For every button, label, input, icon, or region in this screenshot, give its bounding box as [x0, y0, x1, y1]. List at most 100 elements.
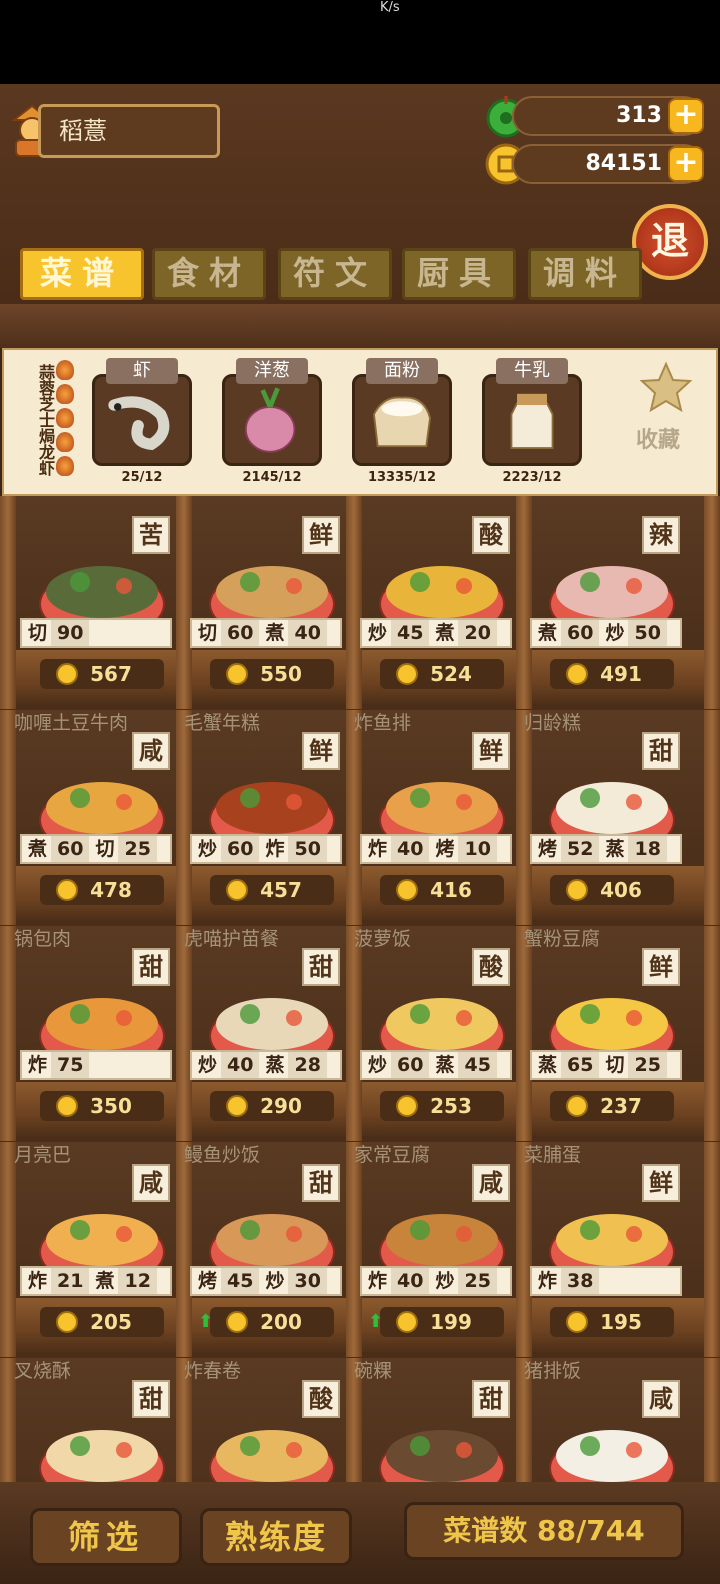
skill-value: 90: [51, 620, 90, 646]
skill-value: 30: [288, 1268, 327, 1294]
filter-button[interactable]: 筛选: [30, 1508, 182, 1566]
skill-requirements: 烤 45 炒 30: [190, 1266, 342, 1296]
skill-name: 炸: [368, 838, 388, 860]
ingredient-box: [482, 374, 582, 466]
skill-name: 蒸: [435, 1054, 455, 1076]
skill-requirements: 炒 60 蒸 45: [360, 1050, 512, 1080]
coin-icon: [56, 663, 78, 685]
price-tag: 406: [550, 875, 674, 905]
recipe-grid: 苦切 90 567 鲜切 60 煮 40 550 酸炒 45 煮 20 524 辣煮 60 炒 50 491 咖喱土…: [0, 496, 720, 1482]
recipe-card[interactable]: 猪排饭咸: [522, 1358, 690, 1482]
recipe-card[interactable]: 炸鱼排鲜炸 40 烤 10 416: [352, 710, 520, 925]
skill-value: 12: [118, 1268, 157, 1294]
skill-name: 炸: [28, 1054, 48, 1076]
recipe-card[interactable]: 虎喵护苗餐甜炒 40 蒸 28 290: [182, 926, 350, 1141]
skill-value: 40: [288, 620, 327, 646]
price-value: 478: [90, 878, 132, 902]
price-tag: 491: [550, 659, 674, 689]
skill-value: 75: [51, 1052, 90, 1078]
recipe-name: 虎喵护苗餐: [184, 928, 280, 950]
tab-seasonings[interactable]: 调料: [528, 248, 642, 300]
proficiency-button[interactable]: 熟练度: [200, 1508, 352, 1566]
network-speed: K/s: [380, 0, 400, 15]
skill-value: 52: [561, 836, 600, 862]
recipe-card[interactable]: 菜脯蛋鲜炸 38 195: [522, 1142, 690, 1357]
flame-icon: [56, 432, 74, 452]
recipe-card[interactable]: 叉烧酥甜: [12, 1358, 180, 1482]
recipe-name: 咖喱土豆牛肉: [14, 712, 129, 734]
ingredient-slot[interactable]: 洋葱 2145/12: [222, 356, 322, 486]
skill-name: 炸: [538, 1270, 558, 1292]
recipe-name: 炸鱼排: [354, 712, 412, 734]
skill-value: 60: [51, 836, 90, 862]
shelf-post: [704, 1142, 720, 1357]
recipe-card[interactable]: 鲜切 60 煮 40 550: [182, 496, 350, 709]
ingredient-slot[interactable]: 虾 25/12: [92, 356, 192, 486]
skill-requirements: 炸 40 炒 25: [360, 1266, 512, 1296]
skill-requirements: 炸 38: [530, 1266, 682, 1296]
recipe-card[interactable]: 月亮巴咸炸 21 煮 12 205: [12, 1142, 180, 1357]
skill-name: 煮: [28, 838, 48, 860]
recipe-name: 锅包肉: [14, 928, 72, 950]
recipe-card[interactable]: 酸炒 45 煮 20 524: [352, 496, 520, 709]
recipe-card[interactable]: 家常豆腐咸炸 40 炒 25 ⬆ 199: [352, 1142, 520, 1357]
recipe-card[interactable]: 毛蟹年糕鲜炒 60 炸 50 457: [182, 710, 350, 925]
recipe-card[interactable]: 辣煮 60 炒 50 491: [522, 496, 690, 709]
ingredient-slot[interactable]: 牛乳 2223/12: [482, 356, 582, 486]
skill-value: 45: [458, 1052, 497, 1078]
taste-badge: 酸: [472, 948, 510, 986]
skill-requirements: 炸 75: [20, 1050, 172, 1080]
price-tag: 205: [40, 1307, 164, 1337]
ingredient-name: 洋葱: [236, 358, 308, 384]
recipe-card[interactable]: 归龄糕甜烤 52 蒸 18 406: [522, 710, 690, 925]
recipe-card[interactable]: 咖喱土豆牛肉咸煮 60 切 25 478: [12, 710, 180, 925]
skill-name: 炒: [435, 1270, 455, 1292]
player-name[interactable]: 稻薏: [38, 104, 220, 158]
tab-ingredients[interactable]: 食材: [152, 248, 266, 300]
taste-badge: 咸: [472, 1164, 510, 1202]
recipe-card[interactable]: 锅包肉甜炸 75 350: [12, 926, 180, 1141]
coin-icon: [226, 1095, 248, 1117]
price-value: 199: [430, 1310, 472, 1334]
coin-icon: [396, 1095, 418, 1117]
price-tag: 457: [210, 875, 334, 905]
skill-name: 炒: [368, 1054, 388, 1076]
shrimp-icon: [108, 396, 170, 451]
shelf-post: [704, 926, 720, 1141]
recipe-card[interactable]: 碗粿甜: [352, 1358, 520, 1482]
recipe-card[interactable]: 菠萝饭酸炒 60 蒸 45 253: [352, 926, 520, 1141]
tab-recipes[interactable]: 菜谱: [20, 248, 144, 300]
ingredient-slot[interactable]: 面粉 13335/12: [352, 356, 452, 486]
price-tag: 550: [210, 659, 334, 689]
recipe-card[interactable]: 苦切 90 567: [12, 496, 180, 709]
taste-badge: 酸: [302, 1380, 340, 1418]
recipe-name: 家常豆腐: [354, 1144, 431, 1166]
recipe-card[interactable]: 蟹粉豆腐鲜蒸 65 切 25 237: [522, 926, 690, 1141]
skill-name: 炸: [368, 1270, 388, 1292]
coin-icon: [56, 879, 78, 901]
collect-button[interactable]: 收藏: [636, 422, 680, 454]
star-icon[interactable]: [638, 360, 694, 416]
tab-cookware[interactable]: 厨具: [402, 248, 516, 300]
recipe-name: 毛蟹年糕: [184, 712, 261, 734]
taste-badge: 咸: [132, 1164, 170, 1202]
skill-value: 60: [561, 620, 600, 646]
recipe-card[interactable]: 炸春卷酸: [182, 1358, 350, 1482]
ingredient-name: 牛乳: [496, 358, 568, 384]
coin-icon: [566, 1095, 588, 1117]
taste-badge: 甜: [302, 1164, 340, 1202]
skill-requirements: 蒸 65 切 25: [530, 1050, 682, 1080]
recipe-card[interactable]: 鳗鱼炒饭甜烤 45 炒 30 ⬆ 200: [182, 1142, 350, 1357]
coin-icon: [396, 879, 418, 901]
price-tag: 524: [380, 659, 504, 689]
exit-button[interactable]: 退: [632, 204, 708, 280]
coin-icon: [56, 1095, 78, 1117]
skill-value: 40: [391, 836, 430, 862]
skill-name: 炒: [198, 1054, 218, 1076]
skill-value: 45: [221, 1268, 260, 1294]
tab-runes[interactable]: 符文: [278, 248, 392, 300]
skill-value: 28: [288, 1052, 327, 1078]
add-jade-button[interactable]: +: [668, 98, 704, 134]
add-coins-button[interactable]: +: [668, 146, 704, 182]
price-value: 524: [430, 662, 472, 686]
